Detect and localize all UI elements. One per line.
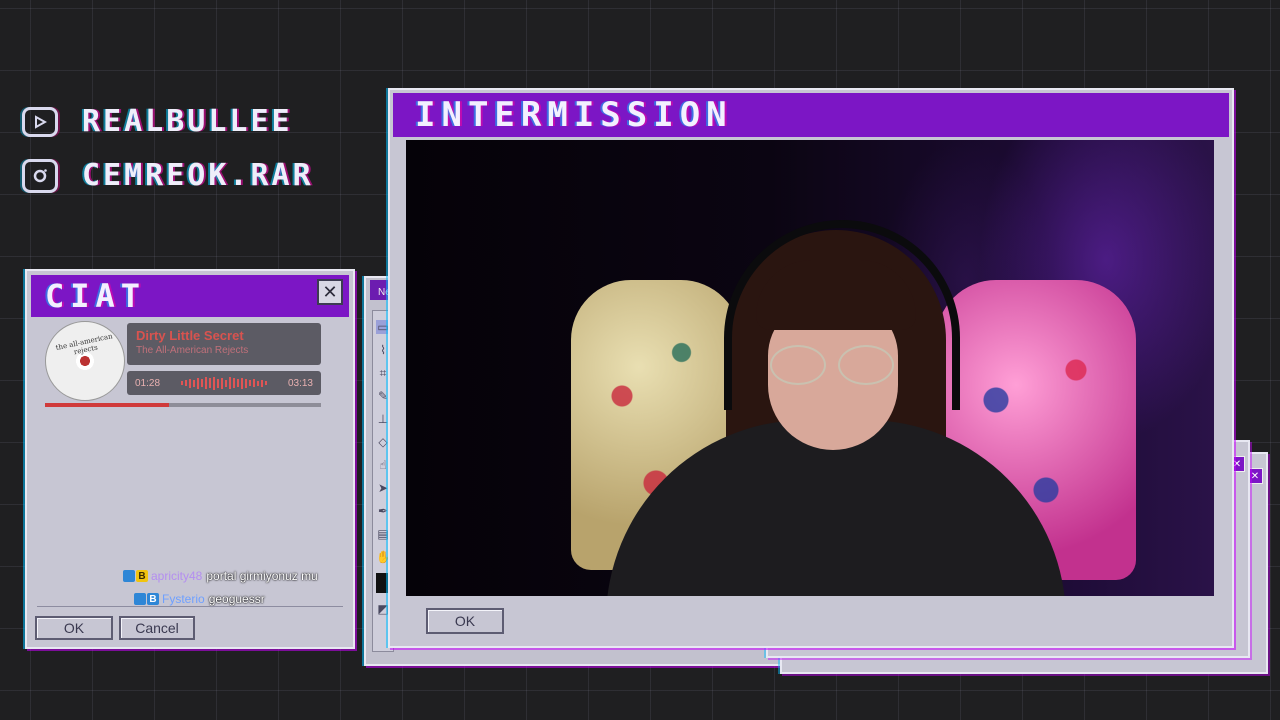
chat-title: CIAT <box>45 277 147 315</box>
now-playing-widget: the all-american rejects Dirty Little Se… <box>45 321 325 411</box>
album-disc: the all-american rejects <box>45 321 125 401</box>
waveform-bar <box>257 380 259 386</box>
progress-fill <box>45 403 170 407</box>
close-icon: ✕ <box>322 281 338 303</box>
waveform-bar <box>209 378 211 388</box>
waveform-bar <box>185 380 187 386</box>
waveform-bar <box>193 379 195 387</box>
playback-time: 01:28 03:13 <box>127 371 321 395</box>
intermission-window: INTERMISSION OK <box>388 88 1234 648</box>
waveform-bar <box>241 377 243 389</box>
waveform-bar <box>221 377 223 389</box>
duration-time: 03:13 <box>287 377 313 389</box>
badge-icon <box>134 593 146 605</box>
divider <box>37 606 343 607</box>
waveform-bar <box>229 377 231 389</box>
waveform-bar <box>245 378 247 388</box>
waveform-bar <box>237 379 239 387</box>
instagram-handle: CEMREOK.RAR <box>82 158 314 193</box>
track-artist: The All-American Rejects <box>136 345 249 356</box>
chat-window: CIAT ✕ the all-american rejects Dirty Li… <box>25 269 355 649</box>
headphones <box>724 220 960 410</box>
progress-bar <box>45 403 321 407</box>
chat-message: B apricity48 portal girmiyonuz mu <box>123 569 318 583</box>
instagram-icon <box>22 158 58 193</box>
youtube-handle: REALBULLEE <box>82 104 293 139</box>
waveform <box>181 376 267 390</box>
chat-message: B Fysterio geoguessr <box>134 592 265 606</box>
waveform-bar <box>181 381 183 385</box>
youtube-icon <box>22 106 58 137</box>
instagram-social: CEMREOK.RAR <box>22 158 314 193</box>
elapsed-time: 01:28 <box>135 377 161 389</box>
waveform-bar <box>249 380 251 386</box>
close-button[interactable]: ✕ <box>317 279 343 305</box>
waveform-bar <box>261 379 263 387</box>
cancel-button[interactable]: Cancel <box>119 616 195 640</box>
chat-titlebar: CIAT <box>31 275 349 317</box>
intermission-titlebar: INTERMISSION <box>393 93 1229 137</box>
ok-button[interactable]: OK <box>426 608 504 634</box>
waveform-bar <box>233 378 235 388</box>
chat-username[interactable]: Fysterio <box>162 592 205 606</box>
waveform-bar <box>205 377 207 389</box>
track-title: Dirty Little Secret <box>136 328 244 343</box>
webcam-feed <box>406 140 1214 596</box>
waveform-bar <box>197 377 199 389</box>
track-info: Dirty Little Secret The All-American Rej… <box>127 323 321 365</box>
waveform-bar <box>189 378 191 388</box>
chat-text: geoguessr <box>208 592 265 606</box>
youtube-social: REALBULLEE <box>22 104 293 139</box>
subscriber-badge-icon: B <box>147 593 159 605</box>
waveform-bar <box>253 379 255 387</box>
waveform-bar <box>213 376 215 390</box>
waveform-bar <box>265 381 267 385</box>
window-title: INTERMISSION <box>415 95 733 135</box>
badge-icon <box>123 570 135 582</box>
chat-username[interactable]: apricity48 <box>151 569 202 583</box>
chat-text: portal girmiyonuz mu <box>206 569 318 583</box>
ok-button[interactable]: OK <box>35 616 113 640</box>
waveform-bar <box>225 379 227 387</box>
waveform-bar <box>217 378 219 388</box>
waveform-bar <box>201 379 203 387</box>
subscriber-badge-icon: B <box>136 570 148 582</box>
disc-label: the all-american rejects <box>55 332 114 357</box>
